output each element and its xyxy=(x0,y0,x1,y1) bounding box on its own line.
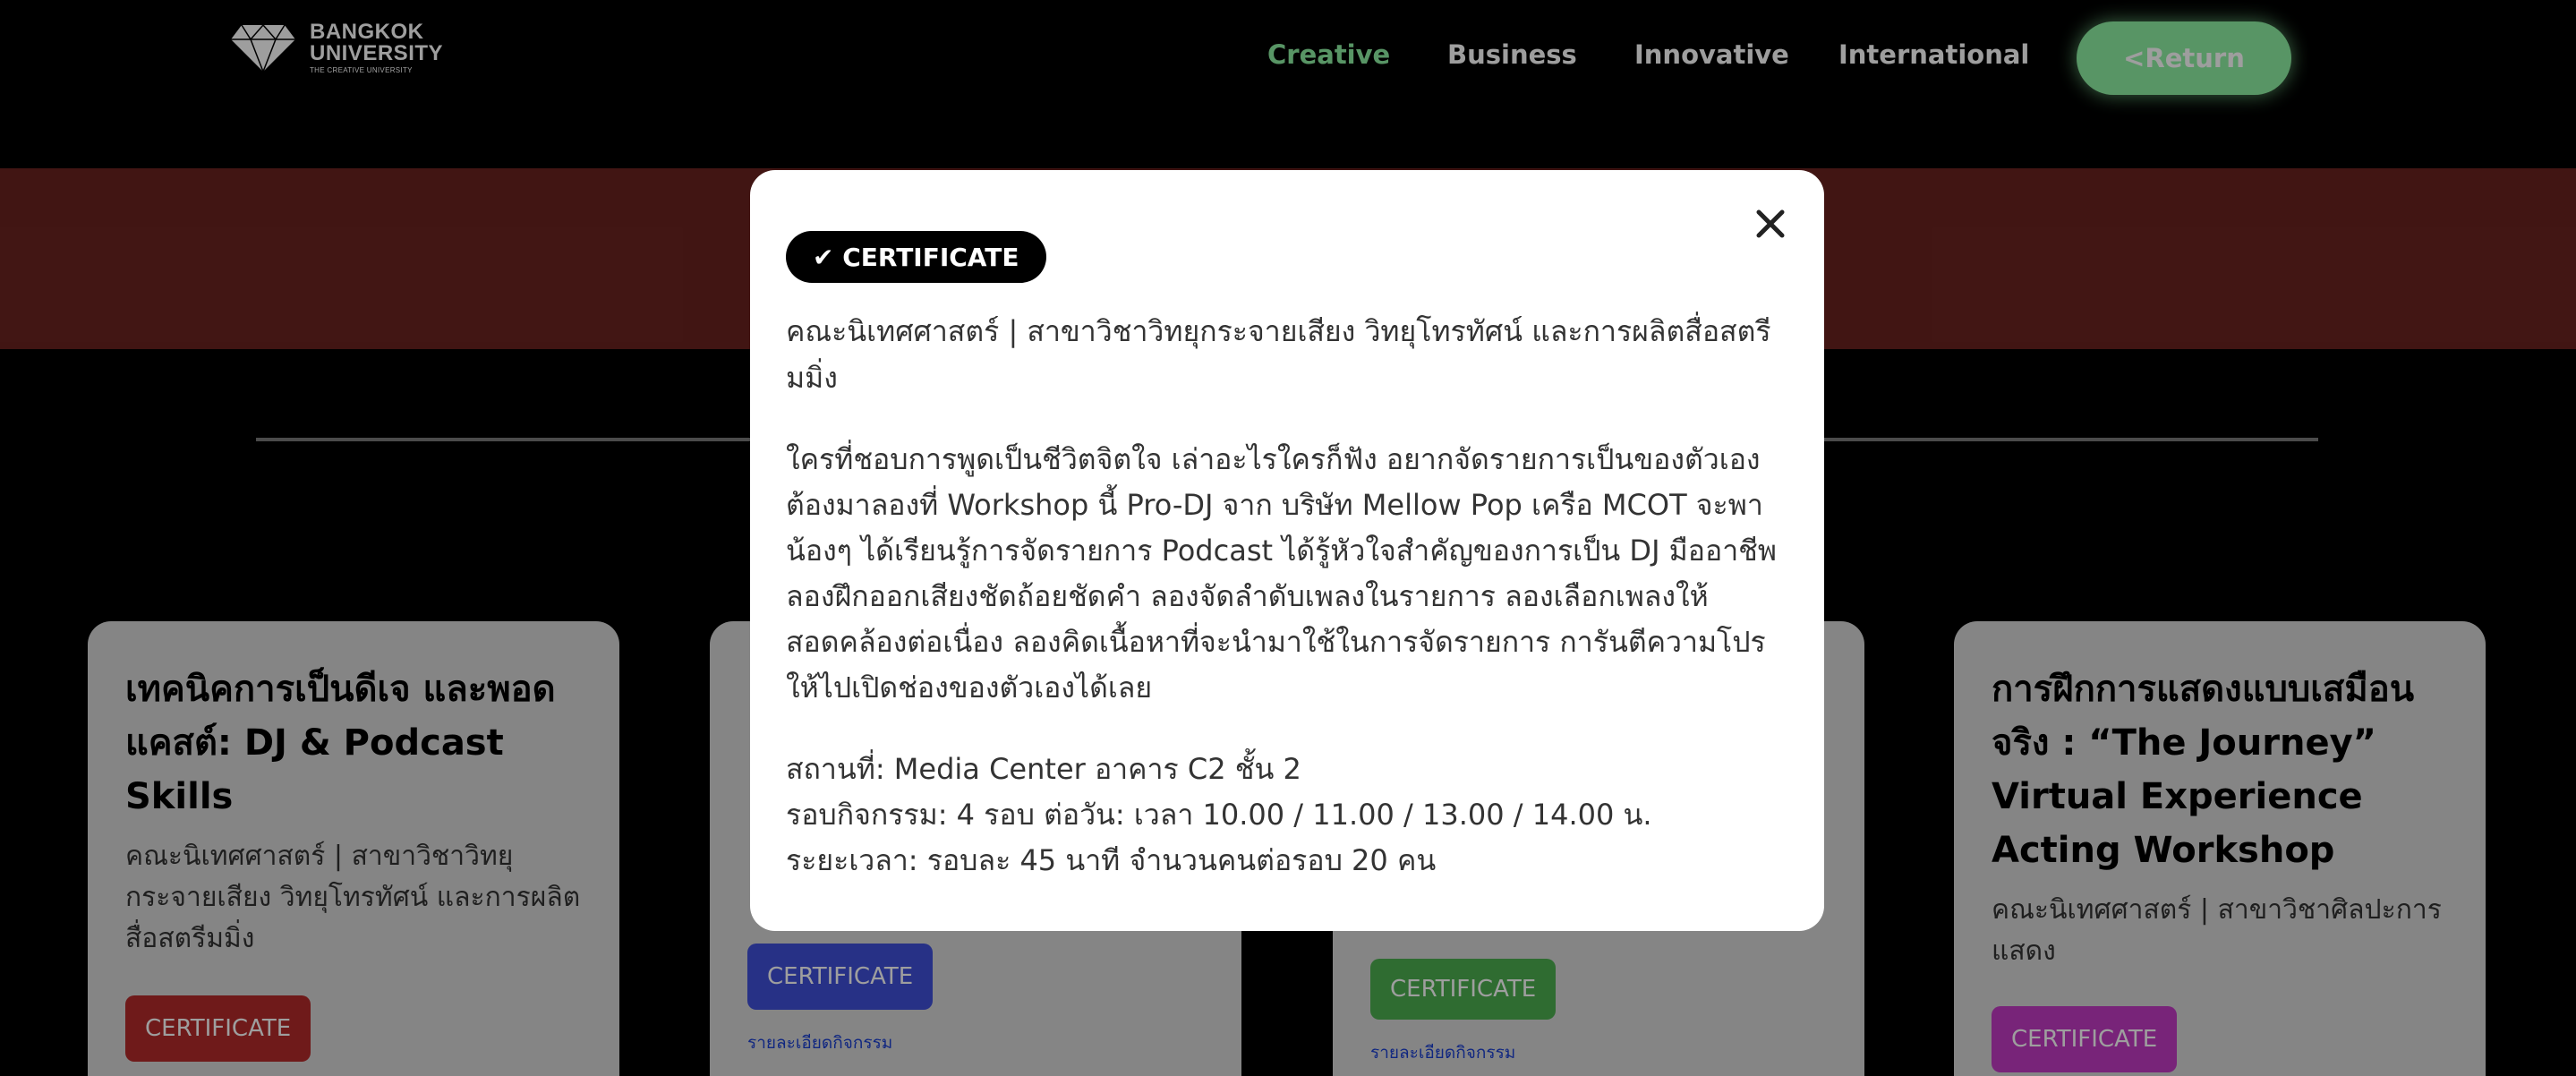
modal-location: สถานที่: Media Center อาคาร C2 ชั้น 2 xyxy=(786,752,1301,786)
modal-description: ใครที่ชอบการพูดเป็นชีวิตจิตใจ เล่าอะไรใค… xyxy=(786,442,1777,705)
close-icon[interactable] xyxy=(1749,202,1792,245)
certificate-badge: ✔ CERTIFICATE xyxy=(786,231,1046,283)
activity-modal: ✔ CERTIFICATE คณะนิเทศศาสตร์ | สาขาวิชาว… xyxy=(750,170,1824,931)
modal-duration: ระยะเวลา: รอบละ 45 นาที จำนวนคนต่อรอบ 20… xyxy=(786,843,1437,877)
modal-faculty: คณะนิเทศศาสตร์ | สาขาวิชาวิทยุกระจายเสีย… xyxy=(786,314,1771,395)
modal-rounds: รอบกิจกรรม: 4 รอบ ต่อวัน: เวลา 10.00 / 1… xyxy=(786,798,1652,832)
modal-details: สถานที่: Media Center อาคาร C2 ชั้น 2 รอ… xyxy=(786,747,1788,884)
